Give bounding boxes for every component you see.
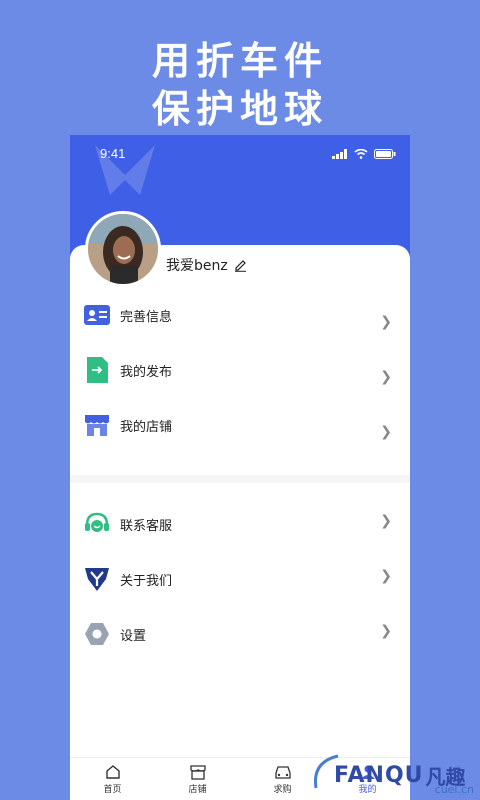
menu-item-my-store[interactable]: 我的店铺 ❯ xyxy=(70,400,410,455)
menu-item-contact-support[interactable]: 联系客服 ❯ xyxy=(70,499,410,554)
section-divider xyxy=(70,475,410,483)
headline-line1: 用折车件 xyxy=(151,39,328,83)
username: 我爱benz xyxy=(166,258,228,274)
nav-label-wanted: 求购 xyxy=(273,784,292,795)
watermark: FANQU 凡趣 cuel.cn xyxy=(313,750,480,800)
menu-item-my-posts[interactable]: 我的发布 ❯ xyxy=(70,345,410,400)
nav-home[interactable]: 首页 xyxy=(70,758,155,800)
username-row[interactable]: 我爱benz xyxy=(166,255,247,275)
store-icon xyxy=(85,415,109,436)
menu-label-complete-info: 完善信息 xyxy=(120,310,173,325)
watermark-swoosh-icon xyxy=(313,754,339,789)
car-icon xyxy=(274,765,291,779)
signal-icon xyxy=(332,149,347,159)
menu-label-about-us: 关于我们 xyxy=(120,574,173,589)
chevron-right-icon: ❯ xyxy=(380,568,392,584)
chevron-right-icon: ❯ xyxy=(380,424,392,440)
headset-icon xyxy=(85,512,109,532)
menu-label-my-store: 我的店铺 xyxy=(120,420,173,435)
menu-item-complete-info[interactable]: 完善信息 ❯ xyxy=(70,290,410,345)
settings-hex-icon xyxy=(85,623,109,645)
menu-item-settings[interactable]: 设置 ❯ xyxy=(70,609,410,664)
menu-label-my-posts: 我的发布 xyxy=(120,365,173,380)
profile-card: 我爱benz 完善信息 ❯ 我的发布 ❯ 我的店铺 ❯ 联系客服 ❯ 关于我们 … xyxy=(70,245,410,800)
watermark-site: cuel.cn xyxy=(434,783,474,796)
wifi-icon xyxy=(354,149,368,159)
avatar[interactable] xyxy=(85,211,161,287)
phone-screen: 9:41 我爱benz 完善信息 ❯ 我的发布 ❯ 我的店铺 ❯ 联系客服 ❯ … xyxy=(70,135,410,800)
menu-label-contact-support: 联系客服 xyxy=(120,519,173,534)
status-icons xyxy=(332,149,396,159)
edit-icon[interactable] xyxy=(234,259,247,272)
chevron-right-icon: ❯ xyxy=(380,623,392,639)
nav-shop[interactable]: 店铺 xyxy=(155,758,240,800)
id-card-icon xyxy=(84,305,110,325)
headline-line2: 保护地球 xyxy=(151,87,328,131)
document-publish-icon xyxy=(87,357,108,383)
battery-icon xyxy=(374,149,396,159)
watermark-brand: FANQU xyxy=(334,762,424,788)
avatar-photo xyxy=(88,214,158,284)
menu-label-settings: 设置 xyxy=(120,629,147,644)
nav-label-shop: 店铺 xyxy=(188,784,207,795)
status-time: 9:41 xyxy=(100,146,126,161)
chevron-right-icon: ❯ xyxy=(380,369,392,385)
chevron-right-icon: ❯ xyxy=(380,513,392,529)
home-icon xyxy=(105,764,120,779)
chevron-right-icon: ❯ xyxy=(380,314,392,330)
brand-logo-icon xyxy=(85,568,109,591)
nav-label-home: 首页 xyxy=(103,784,122,795)
menu-item-about-us[interactable]: 关于我们 ❯ xyxy=(70,554,410,609)
shop-icon xyxy=(189,764,206,780)
